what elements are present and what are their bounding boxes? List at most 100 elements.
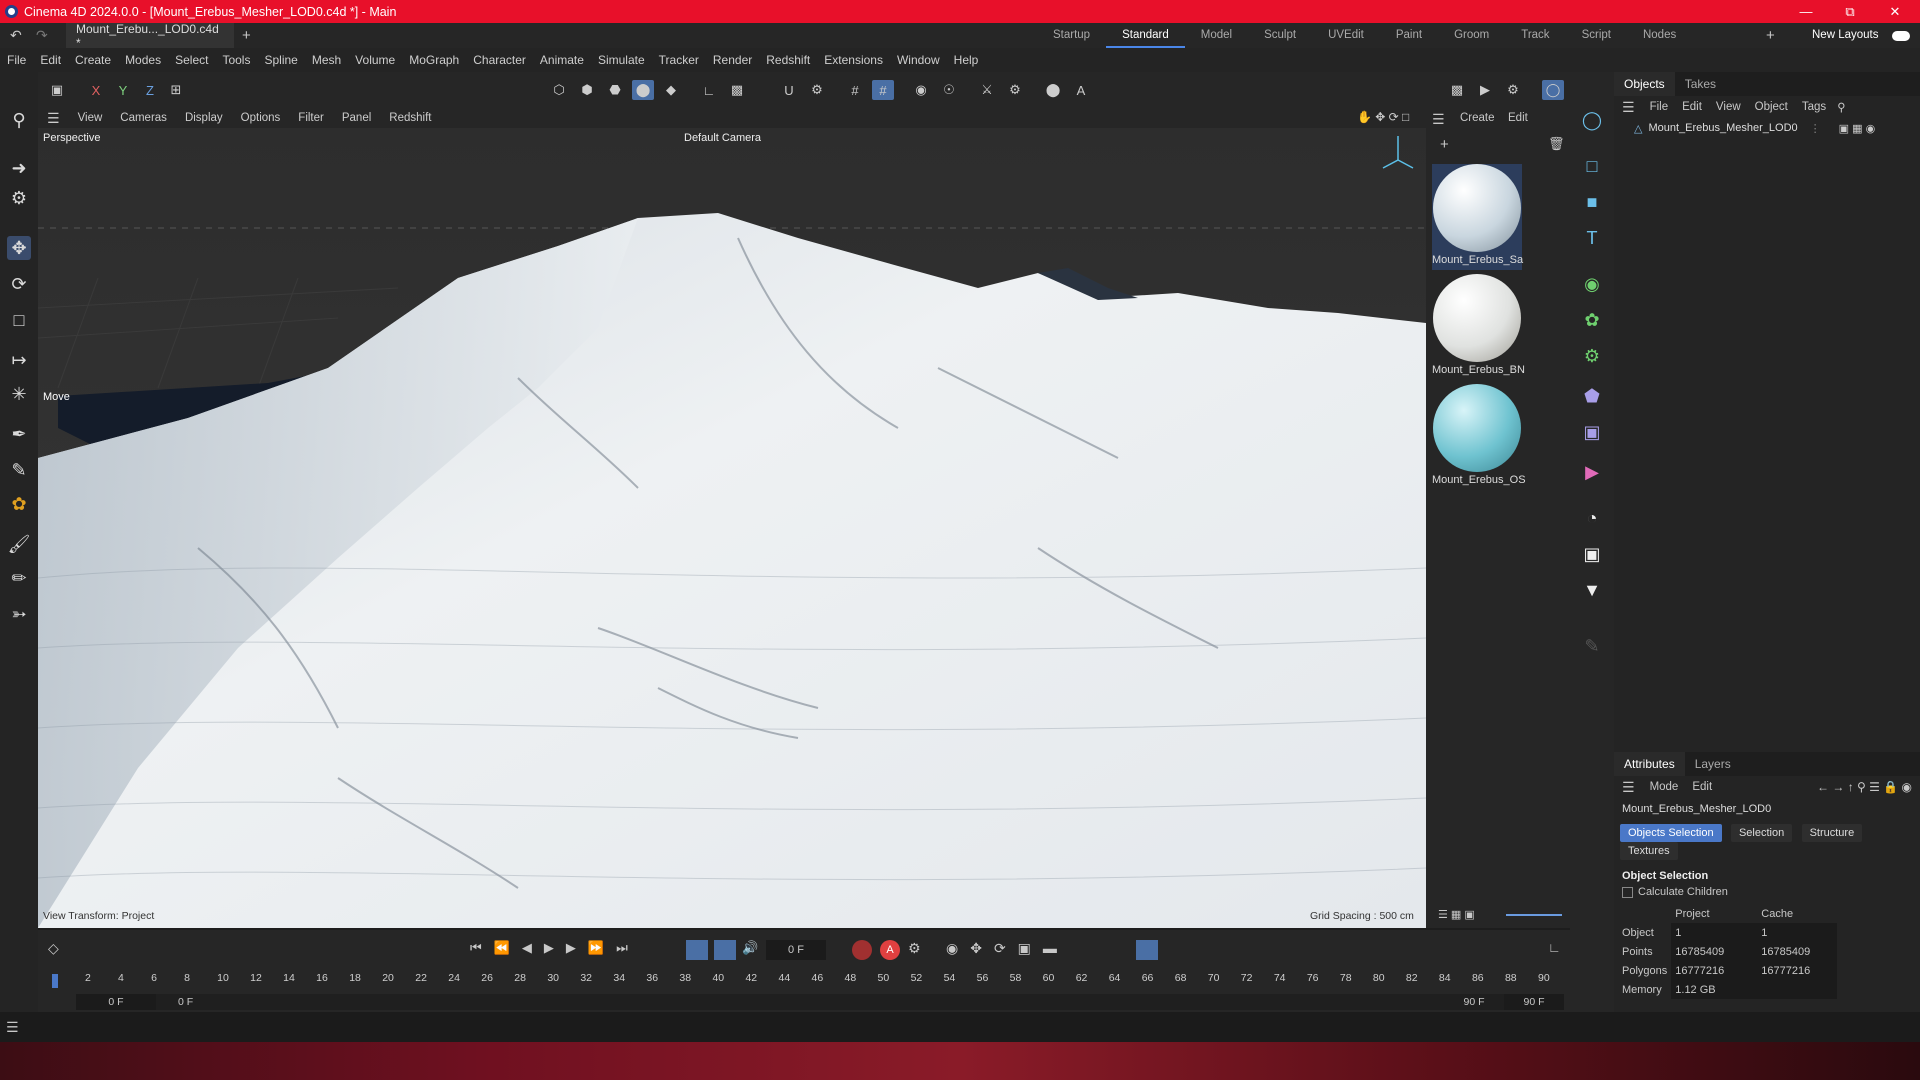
viewport-hamburger-icon[interactable]: ☰ <box>38 110 69 127</box>
material-menu-create[interactable]: Create <box>1460 112 1495 124</box>
search-icon[interactable]: ⚲ <box>7 108 31 132</box>
environment-icon[interactable]: ◔ <box>1580 506 1604 530</box>
objects-hamburger-icon[interactable]: ☰ <box>1614 99 1643 116</box>
new-layouts-label[interactable]: New Layouts <box>1812 29 1878 41</box>
workplane-icon[interactable]: ☉ <box>938 80 960 100</box>
maximize-button[interactable]: ⧉ <box>1827 0 1873 23</box>
loop-button[interactable] <box>686 940 708 960</box>
tab-attributes[interactable]: Attributes <box>1614 752 1685 776</box>
menu-extensions[interactable]: Extensions <box>817 53 890 67</box>
zoom-slider[interactable] <box>1506 914 1562 916</box>
magnet-tool-icon[interactable]: ✿ <box>7 492 31 516</box>
points-mode-icon[interactable]: ⬡ <box>548 80 570 100</box>
viewport-menu-panel[interactable]: Panel <box>333 112 380 124</box>
light-icon[interactable]: ▼ <box>1580 578 1604 602</box>
viewport-menu-cameras[interactable]: Cameras <box>111 112 176 124</box>
end-frame-field[interactable]: 90 F <box>1504 994 1564 1010</box>
edges-mode-icon[interactable]: ⬢ <box>576 80 598 100</box>
menu-tracker[interactable]: Tracker <box>652 53 706 67</box>
layout-tab-track[interactable]: Track <box>1505 23 1565 48</box>
viewport-menu-redshift[interactable]: Redshift <box>380 112 440 124</box>
subtab-selection[interactable]: Selection <box>1730 824 1793 842</box>
redshift-icon[interactable]: ◯ <box>1580 108 1604 132</box>
layout-tab-paint[interactable]: Paint <box>1380 23 1438 48</box>
viewport-menu-view[interactable]: View <box>69 112 112 124</box>
layout-tab-standard[interactable]: Standard <box>1106 23 1185 48</box>
layout-tab-groom[interactable]: Groom <box>1438 23 1505 48</box>
edit-icon[interactable]: ✎ <box>1580 634 1604 658</box>
menu-modes[interactable]: Modes <box>118 53 168 67</box>
menu-simulate[interactable]: Simulate <box>591 53 652 67</box>
render-settings-icon[interactable]: ⚙ <box>1502 80 1524 100</box>
range-start-label[interactable]: 0 F <box>156 994 1516 1010</box>
tab-layers[interactable]: Layers <box>1685 757 1741 771</box>
polygons-mode-icon[interactable]: ⬣ <box>604 80 626 100</box>
attributes-hamburger-icon[interactable]: ☰ <box>1614 779 1643 796</box>
scene-icon[interactable]: ▶ <box>1580 460 1604 484</box>
rotate-tool-icon[interactable]: ⟳ <box>7 272 31 296</box>
menu-edit[interactable]: Edit <box>33 53 68 67</box>
menu-window[interactable]: Window <box>890 53 947 67</box>
layout-tab-nodes[interactable]: Nodes <box>1627 23 1692 48</box>
view-mode-icons[interactable]: ☰ ▦ ▣ <box>1438 908 1475 921</box>
status-hamburger-icon[interactable]: ☰ <box>6 1019 19 1036</box>
close-button[interactable]: ✕ <box>1872 0 1918 23</box>
axis-z-button[interactable]: Z <box>139 80 161 100</box>
viewport-menu-options[interactable]: Options <box>232 112 290 124</box>
magnet-icon[interactable]: U <box>778 80 800 100</box>
axis-y-button[interactable]: Y <box>112 80 134 100</box>
brush-tool-icon[interactable]: 🖌 <box>7 532 31 556</box>
add-layout-button[interactable]: + <box>1766 27 1775 44</box>
symmetry-settings-icon[interactable]: ⚙ <box>1004 80 1026 100</box>
attributes-menu-edit[interactable]: Edit <box>1685 781 1719 793</box>
layout-tab-sculpt[interactable]: Sculpt <box>1248 23 1312 48</box>
menu-help[interactable]: Help <box>947 53 986 67</box>
menu-mesh[interactable]: Mesh <box>305 53 348 67</box>
material-swatch[interactable]: Mount_Erebus_Sa <box>1432 164 1523 270</box>
transfer-tool-icon[interactable]: ↦ <box>7 348 31 372</box>
autokey-button[interactable]: A <box>880 940 900 960</box>
menu-animate[interactable]: Animate <box>533 53 591 67</box>
subtab-textures[interactable]: Textures <box>1620 842 1678 860</box>
snap-enable-icon[interactable]: # <box>872 80 894 100</box>
viewport-camera-label[interactable]: Default Camera <box>684 132 761 144</box>
coordinate-system-icon[interactable]: ▣ <box>46 80 68 100</box>
objects-menu-file[interactable]: File <box>1643 101 1676 113</box>
range-end-label[interactable]: 90 F <box>1444 994 1504 1010</box>
subtab-structure[interactable]: Structure <box>1801 824 1863 842</box>
viewport-menu-display[interactable]: Display <box>176 112 232 124</box>
menu-render[interactable]: Render <box>706 53 759 67</box>
object-mode-icon[interactable]: ◆ <box>660 80 682 100</box>
render-view-icon[interactable]: ▩ <box>1446 80 1468 100</box>
sound-icon[interactable]: 🔊 <box>742 940 758 956</box>
grid-snap-icon[interactable]: # <box>844 80 866 100</box>
axis-mode-icon[interactable]: ∟ <box>698 80 720 100</box>
redo-icon[interactable]: ↷ <box>36 27 50 44</box>
spline-sketch-icon[interactable]: ✎ <box>7 458 31 482</box>
undo-icon[interactable]: ↶ <box>10 27 24 44</box>
axis-x-button[interactable]: X <box>85 80 107 100</box>
attributes-menu-mode[interactable]: Mode <box>1643 781 1686 793</box>
snap-tool-icon[interactable]: ✳ <box>7 382 31 406</box>
material-swatch[interactable]: Mount_Erebus_OS <box>1432 384 1526 490</box>
effector-icon[interactable]: ⚙ <box>1580 344 1604 368</box>
deformer-icon[interactable]: ⬟ <box>1580 384 1604 408</box>
tab-takes[interactable]: Takes <box>1675 77 1726 91</box>
list-item[interactable]: △ Mount_Erebus_Mesher_LOD0 ⋮ ▣ ▦ ◉ <box>1614 118 1920 138</box>
locking-icon[interactable]: ⬤ <box>1042 80 1064 100</box>
knife-tool-icon[interactable]: ➳ <box>7 602 31 626</box>
menu-spline[interactable]: Spline <box>257 53 304 67</box>
frame-ruler[interactable]: 0246810121416182022242628303234363840424… <box>48 972 1558 990</box>
add-material-icon[interactable]: + <box>1440 136 1449 153</box>
record-button[interactable] <box>852 940 872 960</box>
scale-tool-icon[interactable]: □ <box>7 308 31 332</box>
material-hamburger-icon[interactable]: ☰ <box>1432 111 1445 128</box>
calculate-children-checkbox[interactable] <box>1622 886 1633 898</box>
camera-icon[interactable]: ▣ <box>1580 542 1604 566</box>
material-menu-edit[interactable]: Edit <box>1508 112 1528 124</box>
layout-toggle[interactable] <box>1892 31 1910 41</box>
soft-selection-icon[interactable]: ◉ <box>910 80 932 100</box>
3d-viewport[interactable]: Perspective Default Camera Move View Tra… <box>38 128 1426 928</box>
texture-mode-icon[interactable]: ▩ <box>726 80 748 100</box>
objects-menu-view[interactable]: View <box>1709 101 1748 113</box>
